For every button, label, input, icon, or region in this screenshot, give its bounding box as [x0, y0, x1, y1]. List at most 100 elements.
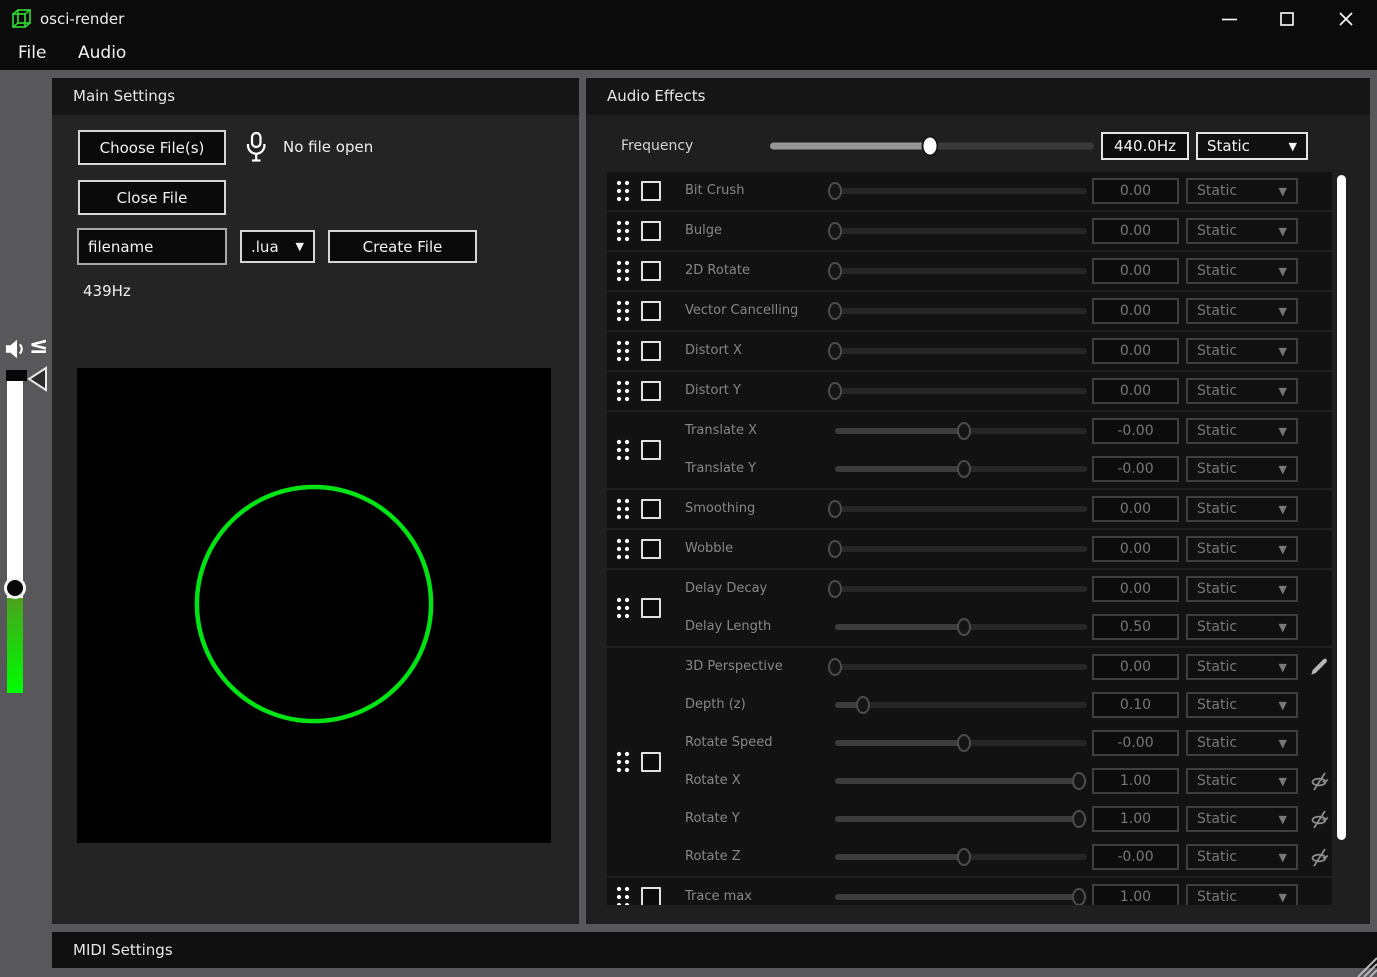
effect-slider[interactable]: [835, 762, 1087, 800]
effect-checkbox[interactable]: [641, 181, 661, 201]
effect-slider-thumb[interactable]: [828, 182, 842, 200]
effect-value-box[interactable]: -0.00: [1092, 730, 1179, 756]
effect-value-box[interactable]: 0.00: [1092, 576, 1179, 602]
effect-value-box[interactable]: 1.00: [1092, 884, 1179, 905]
effect-slider-thumb[interactable]: [828, 540, 842, 558]
effect-value-box[interactable]: 0.00: [1092, 496, 1179, 522]
drag-handle-icon[interactable]: [614, 438, 632, 462]
effect-anim-dropdown[interactable]: Static ▼: [1186, 418, 1298, 444]
effect-checkbox[interactable]: [641, 499, 661, 519]
effect-anim-dropdown[interactable]: Static ▼: [1186, 298, 1298, 324]
effect-value-box[interactable]: 0.00: [1092, 258, 1179, 284]
maximize-button[interactable]: [1263, 0, 1311, 38]
effect-slider-thumb[interactable]: [957, 460, 971, 478]
effect-anim-dropdown[interactable]: Static ▼: [1186, 338, 1298, 364]
choose-files-button[interactable]: Choose File(s): [78, 130, 226, 165]
drag-handle-icon[interactable]: [614, 497, 632, 521]
effect-slider-thumb[interactable]: [828, 658, 842, 676]
effect-anim-dropdown[interactable]: Static ▼: [1186, 576, 1298, 602]
effect-value-box[interactable]: 0.00: [1092, 218, 1179, 244]
effect-value-box[interactable]: 0.10: [1092, 692, 1179, 718]
effect-checkbox[interactable]: [641, 221, 661, 241]
effect-value-box[interactable]: 1.00: [1092, 806, 1179, 832]
resize-grip[interactable]: [1350, 950, 1377, 977]
effect-anim-dropdown[interactable]: Static ▼: [1186, 258, 1298, 284]
effect-slider[interactable]: [835, 212, 1087, 250]
effect-slider[interactable]: [835, 450, 1087, 488]
menu-file[interactable]: File: [18, 38, 46, 70]
effect-anim-dropdown[interactable]: Static ▼: [1186, 536, 1298, 562]
effect-slider[interactable]: [835, 724, 1087, 762]
effect-slider[interactable]: [835, 838, 1087, 876]
effect-checkbox[interactable]: [641, 301, 661, 321]
drag-handle-icon[interactable]: [614, 299, 632, 323]
effect-value-box[interactable]: -0.00: [1092, 456, 1179, 482]
effect-slider[interactable]: [835, 292, 1087, 330]
effect-anim-dropdown[interactable]: Static ▼: [1186, 768, 1298, 794]
frequency-slider[interactable]: [770, 128, 1094, 164]
effect-anim-dropdown[interactable]: Static ▼: [1186, 218, 1298, 244]
effect-anim-dropdown[interactable]: Static ▼: [1186, 692, 1298, 718]
close-button[interactable]: [1322, 0, 1370, 38]
midi-settings-header[interactable]: MIDI Settings: [52, 932, 1377, 968]
drag-handle-icon[interactable]: [614, 750, 632, 774]
effect-checkbox[interactable]: [641, 440, 661, 460]
frequency-value-box[interactable]: 440.0Hz: [1101, 132, 1189, 160]
effect-value-box[interactable]: 0.00: [1092, 298, 1179, 324]
effect-value-box[interactable]: 0.00: [1092, 338, 1179, 364]
effect-value-box[interactable]: 0.50: [1092, 614, 1179, 640]
rotate-axis-icon[interactable]: [1308, 846, 1330, 868]
effect-anim-dropdown[interactable]: Static ▼: [1186, 806, 1298, 832]
rotate-axis-icon[interactable]: [1308, 808, 1330, 830]
effect-slider-thumb[interactable]: [1072, 772, 1086, 790]
effect-slider-thumb[interactable]: [957, 422, 971, 440]
effect-checkbox[interactable]: [641, 752, 661, 772]
effect-slider[interactable]: [835, 800, 1087, 838]
effect-slider[interactable]: [835, 490, 1087, 528]
effect-slider-thumb[interactable]: [957, 618, 971, 636]
effect-anim-dropdown[interactable]: Static ▼: [1186, 614, 1298, 640]
close-file-button[interactable]: Close File: [78, 180, 226, 215]
effect-slider[interactable]: [835, 372, 1087, 410]
effect-value-box[interactable]: 1.00: [1092, 768, 1179, 794]
frequency-anim-dropdown[interactable]: Static ▼: [1196, 132, 1308, 160]
effect-value-box[interactable]: -0.00: [1092, 844, 1179, 870]
effect-checkbox[interactable]: [641, 381, 661, 401]
effect-checkbox[interactable]: [641, 261, 661, 281]
effect-value-box[interactable]: 0.00: [1092, 654, 1179, 680]
drag-handle-icon[interactable]: [614, 179, 632, 203]
effect-slider-thumb[interactable]: [828, 382, 842, 400]
drag-handle-icon[interactable]: [614, 379, 632, 403]
menu-audio[interactable]: Audio: [78, 38, 126, 70]
effect-slider-thumb[interactable]: [828, 222, 842, 240]
effect-slider[interactable]: [835, 608, 1087, 646]
effect-slider-thumb[interactable]: [957, 848, 971, 866]
effect-anim-dropdown[interactable]: Static ▼: [1186, 884, 1298, 905]
drag-handle-icon[interactable]: [614, 537, 632, 561]
drag-handle-icon[interactable]: [614, 219, 632, 243]
effect-slider-thumb[interactable]: [828, 500, 842, 518]
microphone-icon[interactable]: [241, 131, 271, 164]
effect-slider-thumb[interactable]: [856, 696, 870, 714]
effect-slider[interactable]: [835, 172, 1087, 210]
effect-slider[interactable]: [835, 530, 1087, 568]
effect-checkbox[interactable]: [641, 341, 661, 361]
effect-anim-dropdown[interactable]: Static ▼: [1186, 456, 1298, 482]
effect-slider[interactable]: [835, 332, 1087, 370]
effect-slider-thumb[interactable]: [828, 342, 842, 360]
drag-handle-icon[interactable]: [614, 596, 632, 620]
effect-anim-dropdown[interactable]: Static ▼: [1186, 496, 1298, 522]
effect-anim-dropdown[interactable]: Static ▼: [1186, 654, 1298, 680]
effect-anim-dropdown[interactable]: Static ▼: [1186, 178, 1298, 204]
effect-value-box[interactable]: -0.00: [1092, 418, 1179, 444]
filename-input[interactable]: [77, 228, 227, 265]
effect-slider[interactable]: [835, 412, 1087, 450]
frequency-slider-thumb[interactable]: [922, 136, 939, 157]
effect-slider-thumb[interactable]: [828, 262, 842, 280]
effect-slider[interactable]: [835, 878, 1087, 905]
drag-handle-icon[interactable]: [614, 259, 632, 283]
effect-slider-thumb[interactable]: [828, 580, 842, 598]
effect-slider[interactable]: [835, 686, 1087, 724]
effect-slider-thumb[interactable]: [1072, 888, 1086, 905]
pencil-icon[interactable]: [1308, 656, 1330, 678]
